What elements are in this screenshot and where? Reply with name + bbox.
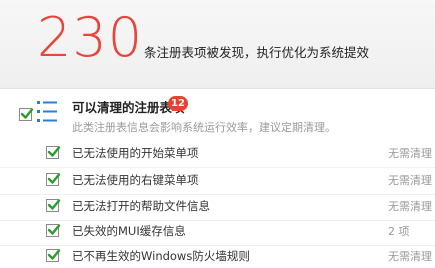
list-item[interactable]: 已不再生效的Windows防火墙规则 无需清理 bbox=[0, 244, 435, 268]
item-label: 已无法使用的右键菜单项 bbox=[72, 173, 199, 187]
checkmark-icon bbox=[47, 249, 61, 260]
result-header: 230 条注册表项被发现，执行优化为系统提效 bbox=[0, 0, 435, 89]
item-checkbox[interactable] bbox=[46, 146, 61, 159]
category-description: 此类注册表信息会影响系统运行效率，建议定期清理。 bbox=[72, 121, 336, 134]
item-status: 2 项 bbox=[388, 225, 410, 238]
item-label: 已不再生效的Windows防火墙规则 bbox=[72, 249, 250, 263]
checkmark-icon bbox=[47, 173, 61, 184]
checkmark-icon bbox=[20, 108, 34, 119]
list-item[interactable]: 已无法使用的开始菜单项 无需清理 bbox=[0, 141, 435, 165]
list-item[interactable]: 已无法打开的帮助文件信息 无需清理 bbox=[0, 194, 435, 218]
item-count-badge: 12 bbox=[168, 96, 188, 111]
list-item[interactable]: 已无法使用的右键菜单项 无需清理 bbox=[0, 168, 435, 192]
found-count: 230 bbox=[37, 6, 144, 69]
item-checkbox[interactable] bbox=[46, 224, 61, 237]
item-checkbox[interactable] bbox=[46, 249, 61, 262]
checkmark-icon bbox=[47, 146, 61, 157]
item-status: 无需清理 bbox=[388, 174, 432, 187]
item-label: 已失效的MUI缓存信息 bbox=[72, 224, 186, 238]
list-item[interactable]: 已失效的MUI缓存信息 2 项 bbox=[0, 219, 435, 243]
list-icon bbox=[37, 101, 57, 122]
checkmark-icon bbox=[47, 224, 61, 235]
item-label: 已无法打开的帮助文件信息 bbox=[72, 199, 210, 213]
item-checkbox[interactable] bbox=[46, 173, 61, 186]
checkmark-icon bbox=[47, 199, 61, 210]
item-status: 无需清理 bbox=[388, 250, 432, 263]
item-status: 无需清理 bbox=[388, 200, 432, 213]
item-status: 无需清理 bbox=[388, 147, 432, 160]
item-checkbox[interactable] bbox=[46, 199, 61, 212]
item-label: 已无法使用的开始菜单项 bbox=[72, 146, 199, 160]
scan-summary: 条注册表项被发现，执行优化为系统提效 bbox=[144, 45, 370, 60]
category-checkbox[interactable] bbox=[19, 108, 34, 121]
